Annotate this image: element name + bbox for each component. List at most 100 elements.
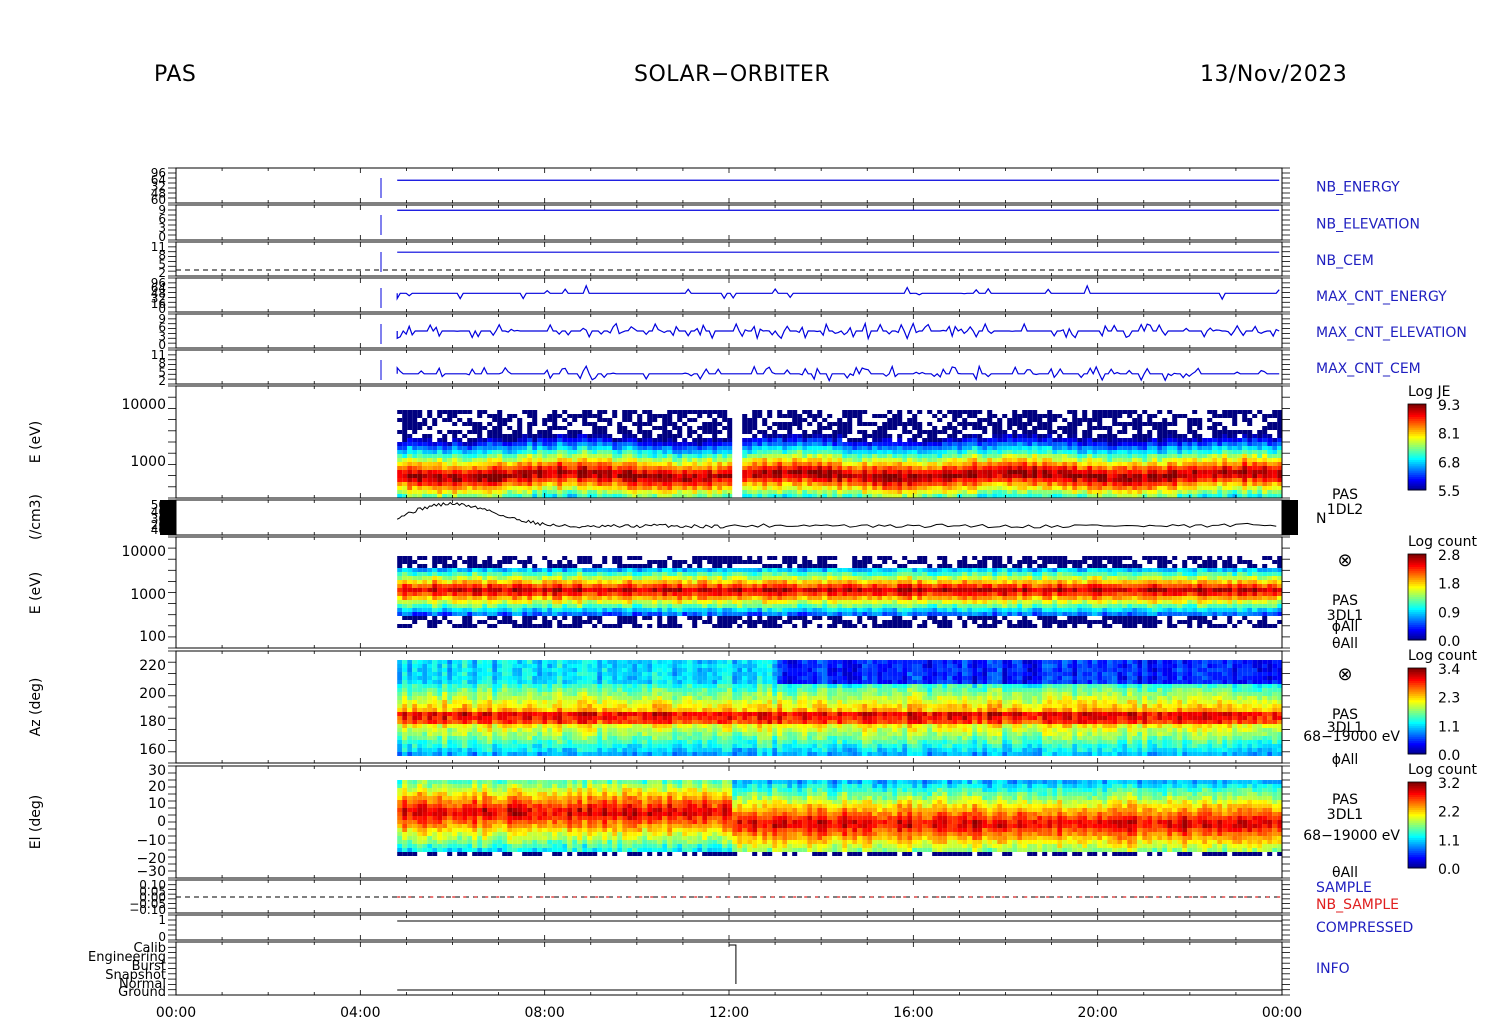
energy-3d-cell xyxy=(512,624,518,628)
energy-je-cell xyxy=(1012,458,1018,462)
energy-je-cell xyxy=(1217,454,1223,458)
energy-je-cell xyxy=(1232,478,1238,482)
energy-je-cell xyxy=(397,486,403,490)
energy-je-cell xyxy=(867,446,873,450)
energy-je-cell xyxy=(442,482,448,486)
energy-je-cell xyxy=(857,458,863,462)
energy-je-cell xyxy=(552,474,558,478)
energy-je-cell xyxy=(942,414,948,418)
energy-je-cell xyxy=(1067,470,1073,474)
energy-3d-cell xyxy=(467,624,473,628)
energy-je-cell xyxy=(1167,438,1173,442)
energy-je-cell xyxy=(467,442,473,446)
energy-je-cell xyxy=(617,438,623,442)
energy-je-cell xyxy=(677,470,683,474)
energy-je-cell xyxy=(627,470,633,474)
energy-je-cell xyxy=(1072,462,1078,466)
energy-je-cell xyxy=(1207,478,1213,482)
energy-je-cell xyxy=(877,442,883,446)
energy-je-cell xyxy=(622,434,628,438)
energy-je-cell xyxy=(1107,494,1113,498)
energy-je-cell xyxy=(1037,462,1043,466)
energy-je-cell xyxy=(612,450,618,454)
energy-je-cell xyxy=(452,490,458,494)
energy-je-cell xyxy=(1272,458,1278,462)
energy-je-cell xyxy=(517,470,523,474)
energy-je-cell xyxy=(692,446,698,450)
energy-je-cell xyxy=(622,426,628,430)
energy-je-cell xyxy=(842,442,848,446)
energy-3d-cell xyxy=(542,572,548,576)
energy-je-cell xyxy=(937,450,943,454)
energy-je-cell xyxy=(1162,470,1168,474)
energy-je-cell xyxy=(677,454,683,458)
energy-3d-cell xyxy=(502,596,508,600)
energy-je-cell xyxy=(1152,450,1158,454)
energy-je-cell xyxy=(542,486,548,490)
energy-je-cell xyxy=(622,450,628,454)
energy-je-cell xyxy=(437,482,443,486)
energy-3d-cell xyxy=(617,612,623,616)
energy-je-cell xyxy=(1252,478,1258,482)
energy-3d-cell xyxy=(457,608,463,612)
energy-3d-cell xyxy=(527,616,533,620)
energy-je-cell xyxy=(982,474,988,478)
energy-je-cell xyxy=(872,438,878,442)
energy-je-cell xyxy=(702,478,708,482)
energy-je-cell xyxy=(642,490,648,494)
energy-je-cell xyxy=(582,470,588,474)
energy-je-cell xyxy=(582,454,588,458)
energy-je-cell xyxy=(1027,458,1033,462)
energy-je-cell xyxy=(1157,442,1163,446)
energy-3d-cell xyxy=(642,572,648,576)
energy-je-cell xyxy=(907,438,913,442)
energy-je-cell xyxy=(612,474,618,478)
energy-je-cell xyxy=(792,458,798,462)
energy-je-cell xyxy=(517,418,523,422)
energy-3d-cell xyxy=(692,592,698,596)
energy-3d-cell xyxy=(407,604,413,608)
energy-je-cell xyxy=(487,490,493,494)
energy-je-cell xyxy=(492,490,498,494)
energy-je-cell xyxy=(947,426,953,430)
energy-3d-cell xyxy=(632,600,638,604)
energy-3d-cell xyxy=(692,604,698,608)
energy-je-cell xyxy=(1002,462,1008,466)
energy-je-cell xyxy=(497,486,503,490)
energy-je-cell xyxy=(857,454,863,458)
energy-je-cell xyxy=(812,446,818,450)
energy-3d-cell xyxy=(437,576,443,580)
energy-je-cell xyxy=(527,458,533,462)
energy-je-cell xyxy=(847,466,853,470)
energy-je-cell xyxy=(1137,486,1143,490)
energy-je-cell xyxy=(1037,486,1043,490)
energy-3d-cell xyxy=(617,592,623,596)
energy-je-cell xyxy=(1167,434,1173,438)
energy-je-cell xyxy=(867,442,873,446)
energy-je-cell xyxy=(1277,458,1283,462)
energy-je-cell xyxy=(962,470,968,474)
energy-3d-cell xyxy=(417,596,423,600)
energy-je-cell xyxy=(837,466,843,470)
energy-3d-cell xyxy=(572,572,578,576)
energy-je-cell xyxy=(777,438,783,442)
energy-je-cell xyxy=(712,462,718,466)
energy-je-cell xyxy=(1062,482,1068,486)
energy-3d-cell xyxy=(682,608,688,612)
energy-3d-cell xyxy=(457,624,463,628)
energy-je-cell xyxy=(772,450,778,454)
energy-je-cell xyxy=(517,462,523,466)
energy-je-cell xyxy=(952,438,958,442)
energy-je-cell xyxy=(782,462,788,466)
energy-je-cell xyxy=(742,438,748,442)
energy-je-cell xyxy=(572,474,578,478)
energy-3d-cell xyxy=(607,592,613,596)
energy-je-cell xyxy=(902,454,908,458)
energy-je-cell xyxy=(662,414,668,418)
energy-je-cell xyxy=(892,442,898,446)
energy-je-cell xyxy=(1082,486,1088,490)
energy-je-cell xyxy=(997,430,1003,434)
energy-je-cell xyxy=(1177,446,1183,450)
energy-je-cell xyxy=(1097,470,1103,474)
energy-3d-cell xyxy=(527,588,533,592)
